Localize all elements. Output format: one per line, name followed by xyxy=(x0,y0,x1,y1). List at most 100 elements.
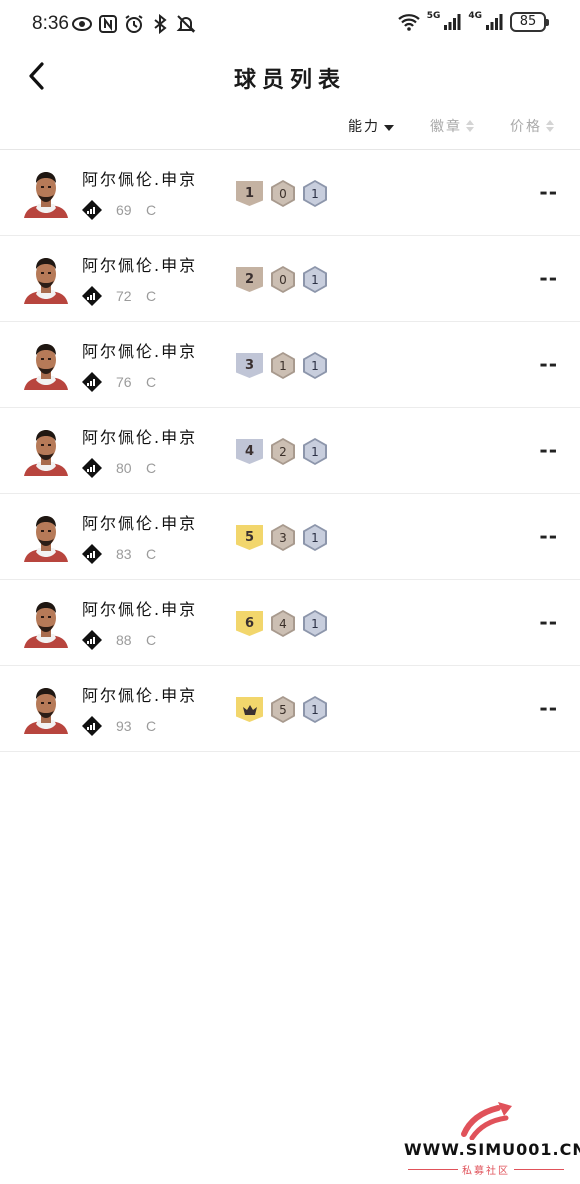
rating-diamond-icon xyxy=(82,630,102,650)
battery-icon: 85 xyxy=(510,12,549,32)
rating-diamond-icon xyxy=(82,200,102,220)
player-avatar xyxy=(24,688,68,734)
badge-count-hex: 1 xyxy=(303,266,327,293)
crown-icon xyxy=(242,704,257,715)
sort-badges-label: 徽章 xyxy=(430,119,462,135)
player-position: C xyxy=(146,202,157,218)
badges: 5 3 1 xyxy=(236,524,327,551)
rating-diamond-icon xyxy=(82,544,102,564)
badge-count: 3 xyxy=(279,530,287,545)
list-item[interactable]: 阿尔佩伦.申京 80 C 4 2 1 -- xyxy=(0,408,580,494)
rating-diamond-icon xyxy=(82,372,102,392)
level-badge: 5 xyxy=(236,525,263,550)
sort-updown-icon xyxy=(466,120,474,132)
watermark-subtitle: 私募社区 xyxy=(400,1162,572,1177)
player-price: -- xyxy=(539,180,558,204)
player-avatar xyxy=(24,344,68,390)
player-price: -- xyxy=(539,266,558,290)
badge-count-hex: 1 xyxy=(271,352,295,379)
eye-icon xyxy=(72,17,92,31)
list-item[interactable]: 阿尔佩伦.申京 88 C 6 4 1 -- xyxy=(0,580,580,666)
bluetooth-icon xyxy=(154,14,167,34)
player-name: 阿尔佩伦.申京 xyxy=(82,686,198,705)
list-item[interactable]: 阿尔佩伦.申京 93 C 5 1 -- xyxy=(0,666,580,752)
player-avatar xyxy=(24,258,68,304)
badge-count: 1 xyxy=(311,616,319,631)
sort-price-label: 价格 xyxy=(510,119,542,135)
sort-updown-icon xyxy=(546,120,554,132)
badge-count-hex: 1 xyxy=(303,438,327,465)
badge-count: 1 xyxy=(311,530,319,545)
player-position: C xyxy=(146,632,157,648)
player-name: 阿尔佩伦.申京 xyxy=(82,342,198,361)
player-position: C xyxy=(146,374,157,390)
badge-count: 1 xyxy=(311,358,319,373)
badge-count: 1 xyxy=(279,358,287,373)
player-rating: 72 xyxy=(116,288,132,304)
player-avatar xyxy=(24,172,68,218)
badges: 2 0 1 xyxy=(236,266,327,293)
player-list: 阿尔佩伦.申京 69 C 1 0 1 -- 阿尔佩伦.申京 72 C 2 0 1… xyxy=(0,150,580,752)
watermark-url: WWW.SIMU001.CN xyxy=(404,1140,580,1159)
player-position: C xyxy=(146,288,157,304)
player-rating: 76 xyxy=(116,374,132,390)
badge-count-hex: 1 xyxy=(303,610,327,637)
badges: 6 4 1 xyxy=(236,610,327,637)
player-name: 阿尔佩伦.申京 xyxy=(82,514,198,533)
level-badge: 3 xyxy=(236,353,263,378)
sort-bar: 能力 徽章 价格 xyxy=(0,104,580,150)
badge-count-hex: 5 xyxy=(271,696,295,723)
badge-count: 1 xyxy=(311,444,319,459)
badge-count-hex: 0 xyxy=(271,266,295,293)
player-name: 阿尔佩伦.申京 xyxy=(82,170,198,189)
badge-count: 1 xyxy=(311,186,319,201)
badge-count-hex: 0 xyxy=(271,180,295,207)
sort-price[interactable]: 价格 xyxy=(510,116,554,136)
player-price: -- xyxy=(539,610,558,634)
player-price: -- xyxy=(539,696,558,720)
player-rating: 93 xyxy=(116,718,132,734)
network-label-4g: 4G xyxy=(468,11,482,21)
badge-count-hex: 1 xyxy=(303,696,327,723)
sort-ability[interactable]: 能力 xyxy=(348,116,394,136)
player-rating: 83 xyxy=(116,546,132,562)
player-position: C xyxy=(146,718,157,734)
mute-icon xyxy=(176,15,196,33)
player-rating: 88 xyxy=(116,632,132,648)
player-avatar xyxy=(24,602,68,648)
list-item[interactable]: 阿尔佩伦.申京 76 C 3 1 1 -- xyxy=(0,322,580,408)
player-rating: 69 xyxy=(116,202,132,218)
player-avatar xyxy=(24,516,68,562)
badges: 5 1 xyxy=(236,696,327,723)
badges: 4 2 1 xyxy=(236,438,327,465)
nfc-icon xyxy=(99,15,117,33)
badge-count-hex: 1 xyxy=(303,180,327,207)
status-time: 8:36 xyxy=(32,13,69,34)
rating-diamond-icon xyxy=(82,286,102,306)
badge-count: 0 xyxy=(279,186,287,201)
badge-count: 4 xyxy=(279,616,287,631)
player-name: 阿尔佩伦.申京 xyxy=(82,256,198,275)
list-item[interactable]: 阿尔佩伦.申京 69 C 1 0 1 -- xyxy=(0,150,580,236)
level-badge: 2 xyxy=(236,267,263,292)
level-badge: 6 xyxy=(236,611,263,636)
status-icons-left xyxy=(72,14,196,34)
badge-count: 1 xyxy=(311,272,319,287)
sort-badges[interactable]: 徽章 xyxy=(430,116,474,136)
rating-diamond-icon xyxy=(82,716,102,736)
badge-count-hex: 1 xyxy=(303,524,327,551)
status-bar: 8:36 5G 4G 85 xyxy=(0,0,580,48)
list-item[interactable]: 阿尔佩伦.申京 72 C 2 0 1 -- xyxy=(0,236,580,322)
nav-bar: 球员列表 xyxy=(0,48,580,104)
page-title: 球员列表 xyxy=(233,67,346,93)
badges: 1 0 1 xyxy=(236,180,327,207)
badge-count: 1 xyxy=(311,702,319,717)
badge-count: 2 xyxy=(279,444,287,459)
sort-ability-label: 能力 xyxy=(348,119,380,135)
player-price: -- xyxy=(539,438,558,462)
player-rating: 80 xyxy=(116,460,132,476)
list-item[interactable]: 阿尔佩伦.申京 83 C 5 3 1 -- xyxy=(0,494,580,580)
level-badge-crown xyxy=(236,697,263,722)
badge-count-hex: 2 xyxy=(271,438,295,465)
player-position: C xyxy=(146,460,157,476)
